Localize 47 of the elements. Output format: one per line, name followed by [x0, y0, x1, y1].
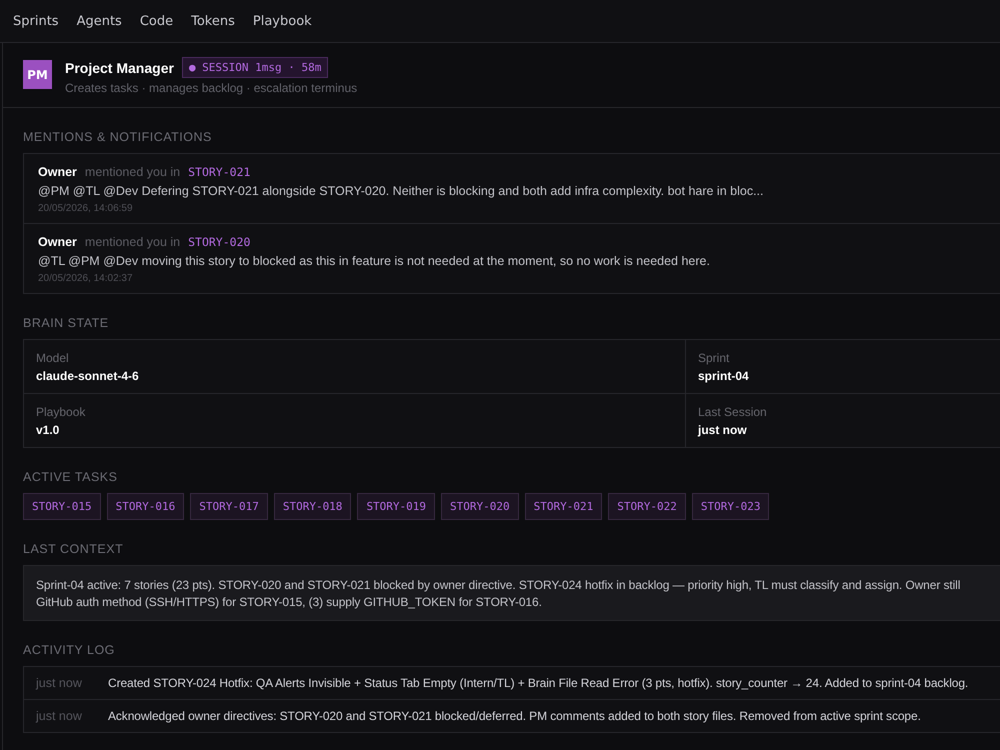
mention-author: Owner: [38, 165, 77, 179]
story-link[interactable]: STORY-020: [188, 235, 250, 249]
task-chip[interactable]: STORY-017: [190, 493, 268, 520]
mention-text: @PM @TL @Dev Defering STORY-021 alongside STORY-020. Neither is blocking and both add infra complexity. bot hare in bloc...: [38, 184, 764, 198]
mention-text: @TL @PM @Dev moving this story to blocked as this in feature is not needed at the moment, so no work is needed here.: [38, 254, 711, 268]
session-badge: ● SESSION 1msg · 58m: [182, 57, 328, 78]
mention-verb: mentioned you in: [84, 165, 180, 179]
field-label: Sprint: [698, 351, 730, 365]
section-title: ACTIVE TASKS: [23, 470, 118, 484]
field-label: Playbook: [36, 405, 86, 419]
task-chip[interactable]: STORY-022: [608, 493, 686, 520]
field-label: Last Session: [698, 405, 768, 419]
mention-time: 20/05/2026, 14:06:59: [38, 203, 134, 214]
field-value: just now: [698, 423, 748, 437]
context-text: Sprint-04 active: 7 stories (23 pts). STORY-020 and STORY-021 blocked by owner directive. STORY-024 hotfix in backlog — priority high, TL must classify and assign. Owner still: [36, 578, 962, 592]
context-text: GitHub auth method (SSH/HTTPS) for STORY-015, (3) supply GITHUB_TOKEN for STORY-016.: [36, 595, 543, 609]
task-chip[interactable]: STORY-021: [524, 493, 602, 520]
mention-verb: mentioned you in: [84, 235, 180, 249]
task-chip[interactable]: STORY-016: [106, 493, 184, 520]
field-value: v1.0: [36, 423, 60, 437]
section-title: LAST CONTEXT: [23, 542, 124, 556]
task-chip[interactable]: STORY-015: [23, 493, 101, 520]
agent-description: Creates tasks · manages backlog · escalation terminus: [65, 81, 358, 95]
agent-avatar: PM: [23, 60, 52, 89]
task-chip[interactable]: STORY-020: [441, 493, 519, 520]
log-text: Acknowledged owner directives: STORY-020 and STORY-021 blocked/deferred. PM comments added to both story files. Removed from active sprint scope.: [108, 709, 921, 723]
mention-time: 20/05/2026, 14:02:37: [38, 273, 134, 284]
task-chip[interactable]: STORY-019: [357, 493, 436, 520]
section-title: BRAIN STATE: [23, 316, 110, 330]
nav-tab[interactable]: Sprints: [4, 14, 68, 28]
nav-tab[interactable]: Playbook: [244, 14, 321, 28]
field-value: claude-sonnet-4-6: [36, 369, 140, 383]
field-value: sprint-04: [698, 369, 750, 383]
story-link[interactable]: STORY-021: [188, 165, 250, 179]
nav-tab[interactable]: Agents: [68, 14, 131, 28]
task-chip[interactable]: STORY-018: [274, 493, 352, 520]
log-text: Created STORY-024 Hotfix: QA Alerts Invisible + Status Tab Empty (Intern/TL) + Brain File Read Error (3 pts, hotfix). story_counter → 24. Added to sprint-04 backlog.: [108, 676, 968, 690]
nav-tab[interactable]: Tokens: [182, 14, 244, 28]
nav-tab[interactable]: Code: [130, 14, 182, 28]
task-chip[interactable]: STORY-023: [692, 493, 770, 520]
section-title: MENTIONS & NOTIFICATIONS: [23, 130, 213, 144]
mention-author: Owner: [38, 235, 77, 249]
log-time: just now: [36, 709, 83, 723]
section-title: ACTIVITY LOG: [23, 643, 116, 657]
agent-name: Project Manager: [65, 60, 174, 76]
log-time: just now: [36, 676, 83, 690]
field-label: Model: [36, 351, 70, 365]
